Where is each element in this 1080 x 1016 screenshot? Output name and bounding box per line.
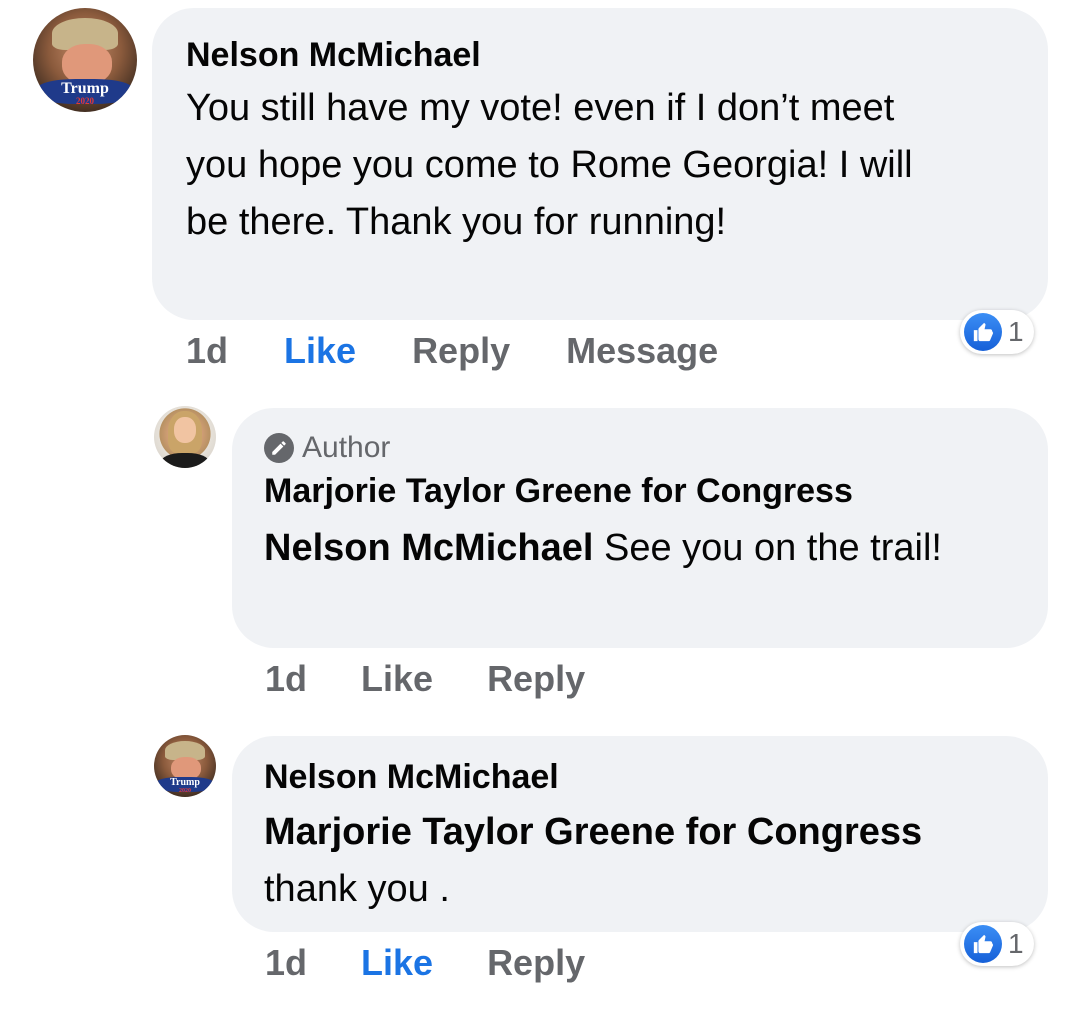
reaction-summary[interactable]: 1: [960, 922, 1034, 966]
reply-body: thank you .: [264, 868, 450, 910]
like-button[interactable]: Like: [361, 658, 433, 700]
avatar-badge: Trump 2020: [37, 78, 133, 106]
reaction-summary[interactable]: 1: [960, 310, 1034, 354]
reply-button[interactable]: Reply: [487, 658, 585, 700]
face-shape: [173, 417, 197, 444]
comment-text: You still have my vote! even if I don’t …: [186, 87, 913, 243]
thumbs-up-icon: [964, 313, 1002, 351]
reply-actions: 1d Like Reply: [265, 654, 585, 704]
pencil-icon: [264, 433, 294, 463]
reaction-count: 1: [1008, 316, 1024, 347]
like-button[interactable]: Like: [284, 330, 356, 372]
avatar-badge-text: Trump: [170, 777, 200, 789]
reply-timestamp[interactable]: 1d: [265, 942, 307, 984]
commenter-avatar[interactable]: Trump 2020: [154, 735, 216, 797]
avatar-badge: Trump 2020: [156, 777, 214, 795]
author-badge-label: Author: [302, 431, 391, 464]
reply-bubble: Author Marjorie Taylor Greene for Congre…: [232, 408, 1048, 648]
reaction-count: 1: [1008, 928, 1024, 959]
avatar-badge-subtext: 2020: [76, 95, 94, 106]
author-badge: Author: [264, 430, 390, 466]
clothing-shape: [161, 453, 209, 468]
avatar-badge-text: Trump: [61, 79, 109, 97]
author-avatar[interactable]: [154, 406, 216, 468]
message-button[interactable]: Message: [566, 330, 718, 372]
reply-timestamp[interactable]: 1d: [265, 658, 307, 700]
mention-link[interactable]: Nelson McMichael: [264, 527, 593, 569]
comment-bubble: Nelson McMichael You still have my vote!…: [152, 8, 1048, 320]
reply-body: See you on the trail!: [593, 527, 942, 569]
comment-timestamp[interactable]: 1d: [186, 330, 228, 372]
mention-link[interactable]: Marjorie Taylor Greene for Congress: [264, 804, 1034, 861]
reply-author[interactable]: Nelson McMichael: [264, 756, 559, 798]
avatar-badge-subtext: 2020: [179, 788, 191, 795]
reply-text: Nelson McMichael See you on the trail!: [264, 520, 1024, 577]
reply-actions: 1d Like Reply: [265, 938, 585, 988]
commenter-avatar[interactable]: Trump 2020: [33, 8, 137, 112]
reply-author[interactable]: Marjorie Taylor Greene for Congress: [264, 470, 853, 512]
comment-actions: 1d Like Reply Message: [186, 326, 718, 376]
reply-text: Marjorie Taylor Greene for Congress than…: [264, 804, 1034, 918]
reply-bubble: Nelson McMichael Marjorie Taylor Greene …: [232, 736, 1048, 932]
reply-button[interactable]: Reply: [487, 942, 585, 984]
like-button[interactable]: Like: [361, 942, 433, 984]
thumbs-up-icon: [964, 925, 1002, 963]
face-shape: [62, 44, 113, 84]
reply-button[interactable]: Reply: [412, 330, 510, 372]
comment-author[interactable]: Nelson McMichael: [186, 34, 481, 76]
